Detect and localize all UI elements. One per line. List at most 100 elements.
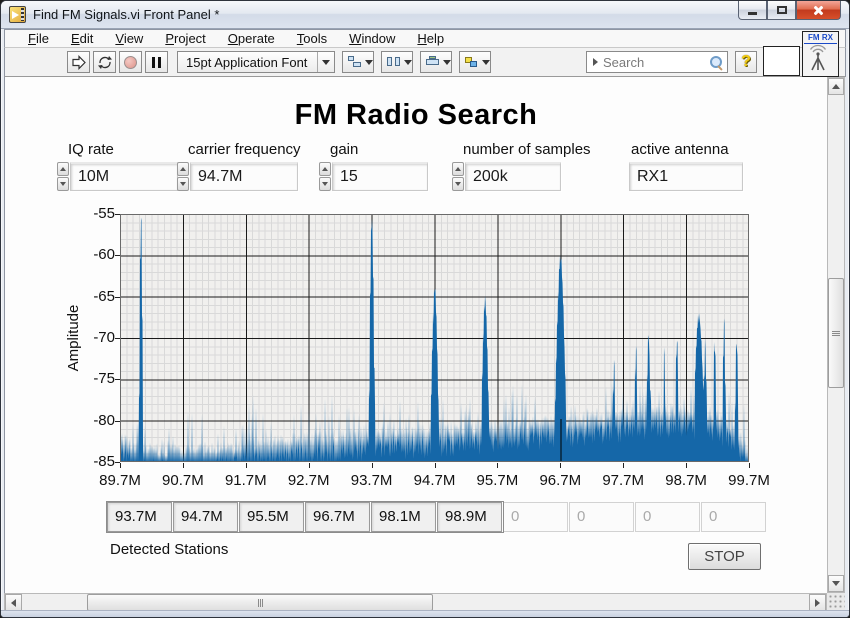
abort-button[interactable] (119, 51, 142, 73)
resize-objects-button[interactable] (420, 51, 452, 73)
detected-station-2[interactable]: 95.5M (239, 502, 304, 532)
increment-button[interactable] (57, 162, 69, 176)
run-button[interactable] (67, 51, 90, 73)
up-arrow-icon (180, 167, 186, 171)
pause-button[interactable] (145, 51, 168, 73)
right-arrow-icon (815, 599, 820, 607)
close-button[interactable] (796, 1, 841, 20)
carrier-frequency-field[interactable]: 94.7M (190, 162, 298, 191)
chevron-down-icon (365, 60, 373, 65)
detected-station-6[interactable]: 0 (503, 502, 568, 532)
detected-station-3[interactable]: 96.7M (305, 502, 370, 532)
active-antenna-field[interactable]: RX1 (629, 162, 743, 191)
decrement-button[interactable] (177, 177, 189, 191)
menu-item-file[interactable]: File (17, 31, 60, 46)
y-tick-label: -75 (65, 370, 115, 387)
gain-field[interactable]: 15 (332, 162, 428, 191)
detected-station-9[interactable]: 0 (701, 502, 766, 532)
carrier-frequency-control: carrier frequency 94.7M (177, 141, 301, 191)
x-tick-label: 99.7M (719, 472, 779, 489)
x-tick-label: 89.7M (90, 472, 150, 489)
x-tick-mark (560, 463, 561, 468)
detected-station-8[interactable]: 0 (635, 502, 700, 532)
scroll-up-button[interactable] (828, 78, 844, 95)
font-selector-value: 15pt Application Font (186, 55, 317, 70)
window-title: Find FM Signals.vi Front Panel * (33, 7, 219, 22)
iq-rate-stepper[interactable] (57, 162, 69, 191)
y-tick-label: -70 (65, 329, 115, 346)
maximize-icon (777, 6, 787, 14)
title-bar[interactable]: Find FM Signals.vi Front Panel * (1, 1, 849, 29)
increment-button[interactable] (319, 162, 331, 176)
menu-item-help[interactable]: Help (406, 31, 455, 46)
decrement-button[interactable] (452, 177, 464, 191)
scroll-left-button[interactable] (5, 594, 22, 611)
number-of-samples-field[interactable]: 200k (465, 162, 561, 191)
search-icon (709, 55, 723, 69)
x-tick-label: 93.7M (342, 472, 402, 489)
vi-icon-label: FM RX (804, 33, 837, 44)
distribute-objects-icon (386, 55, 402, 69)
down-arrow-icon (832, 581, 840, 586)
run-continuously-button[interactable] (93, 51, 116, 73)
align-objects-button[interactable] (342, 51, 374, 73)
close-icon (813, 5, 824, 16)
increment-button[interactable] (452, 162, 464, 176)
decrement-button[interactable] (319, 177, 331, 191)
x-tick-mark (435, 463, 436, 468)
reorder-icon (464, 55, 480, 69)
decrement-button[interactable] (57, 177, 69, 191)
detected-station-0[interactable]: 93.7M (107, 502, 172, 532)
font-selector[interactable]: 15pt Application Font (177, 51, 335, 73)
search-box[interactable]: Search (586, 51, 728, 73)
detected-station-5[interactable]: 98.9M (437, 502, 502, 532)
page-title: FM Radio Search (5, 99, 827, 132)
x-tick-label: 91.7M (216, 472, 276, 489)
menu-item-view[interactable]: View (104, 31, 154, 46)
number-of-samples-stepper[interactable] (452, 162, 464, 191)
menu-item-edit[interactable]: Edit (60, 31, 104, 46)
detected-station-1[interactable]: 94.7M (173, 502, 238, 532)
run-arrow-icon (71, 55, 87, 70)
stop-button[interactable]: STOP (688, 543, 761, 570)
menu-item-window[interactable]: Window (338, 31, 406, 46)
search-input[interactable]: Search (603, 55, 709, 70)
scroll-right-button[interactable] (809, 594, 826, 611)
down-arrow-icon (455, 182, 461, 186)
up-arrow-icon (455, 167, 461, 171)
maximize-button[interactable] (767, 1, 796, 20)
up-arrow-icon (832, 84, 840, 89)
increment-button[interactable] (177, 162, 189, 176)
antenna-icon (803, 44, 833, 74)
menu-item-project[interactable]: Project (154, 31, 216, 46)
x-tick-mark (372, 463, 373, 468)
detected-station-4[interactable]: 98.1M (371, 502, 436, 532)
font-selector-dropdown[interactable] (317, 52, 334, 72)
menu-item-operate[interactable]: Operate (217, 31, 286, 46)
toolbar-blank-box (763, 46, 800, 76)
carrier-frequency-stepper[interactable] (177, 162, 189, 191)
iq-rate-field[interactable]: 10M (70, 162, 178, 191)
help-button[interactable]: ? (735, 51, 757, 73)
active-antenna-label: active antenna (631, 141, 743, 159)
search-history-icon[interactable] (593, 58, 598, 66)
minimize-button[interactable] (738, 1, 767, 20)
scroll-down-button[interactable] (828, 575, 844, 592)
x-tick-mark (120, 463, 121, 468)
vi-icon[interactable]: FM RX (802, 31, 839, 77)
chevron-down-icon (482, 60, 490, 65)
chevron-down-icon (443, 60, 451, 65)
gain-stepper[interactable] (319, 162, 331, 191)
y-tick-label: -55 (65, 205, 115, 222)
menu-item-tools[interactable]: Tools (286, 31, 338, 46)
down-arrow-icon (322, 182, 328, 186)
reorder-button[interactable] (459, 51, 491, 73)
distribute-objects-button[interactable] (381, 51, 413, 73)
vertical-scrollbar[interactable] (827, 77, 845, 593)
horizontal-scroll-thumb[interactable] (87, 594, 433, 611)
x-tick-mark (497, 463, 498, 468)
labview-app-icon (9, 6, 26, 23)
vertical-scroll-thumb[interactable] (828, 278, 844, 388)
detected-station-7[interactable]: 0 (569, 502, 634, 532)
spectrum-chart[interactable] (120, 214, 749, 462)
